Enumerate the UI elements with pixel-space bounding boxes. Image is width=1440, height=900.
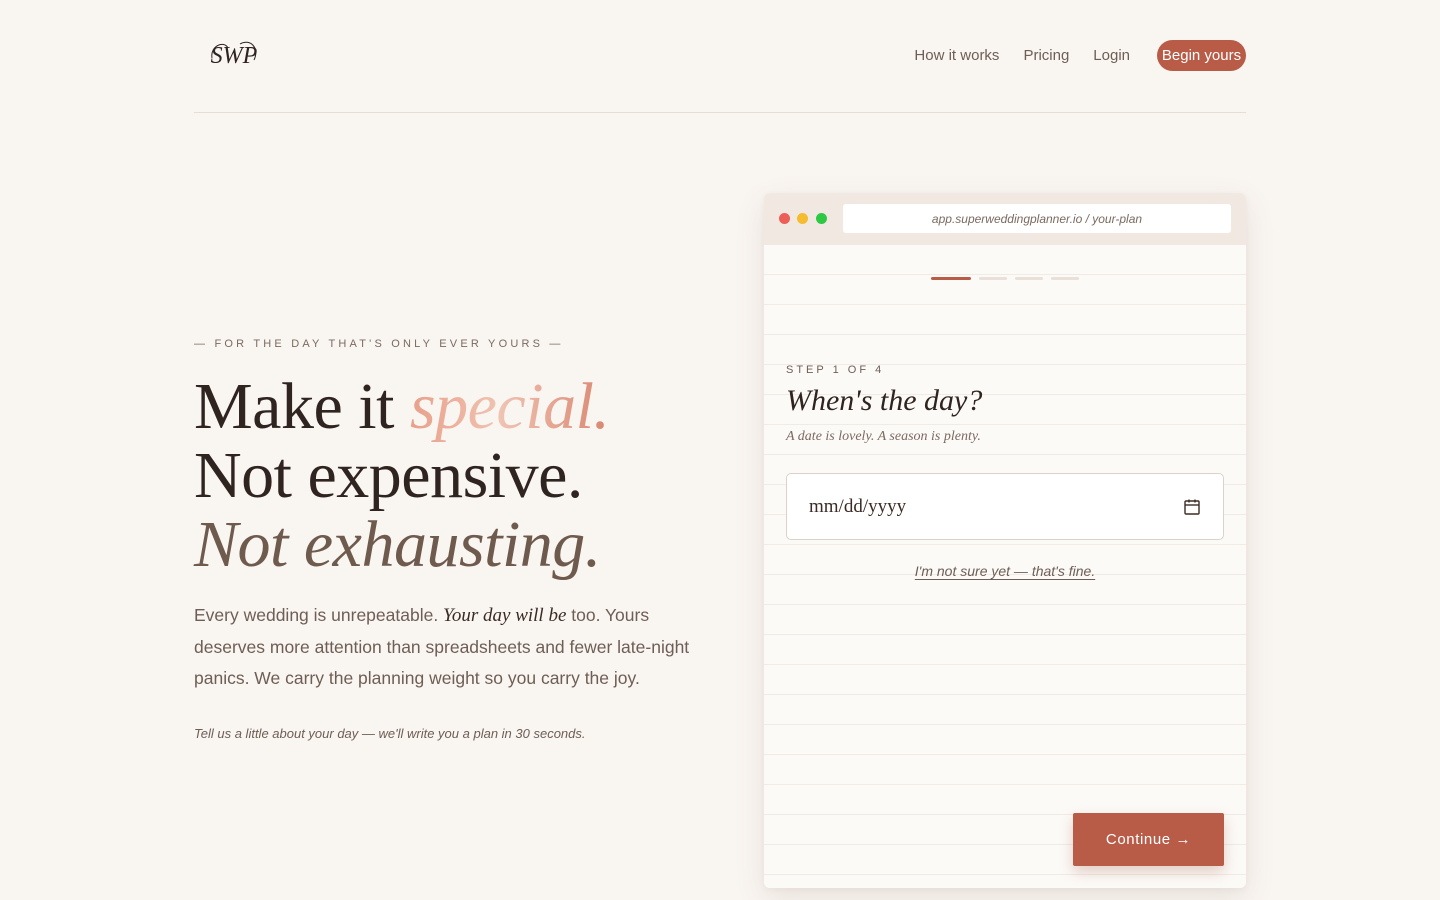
not-sure-link[interactable]: I'm not sure yet — that's fine. (915, 563, 1095, 579)
begin-yours-button[interactable]: Begin yours (1157, 40, 1246, 71)
url-bar: app.superweddingplanner.io / your-plan (843, 204, 1231, 233)
continue-button[interactable]: Continue → (1073, 813, 1224, 866)
nav-pricing[interactable]: Pricing (1023, 40, 1069, 71)
step-title: When's the day? (786, 384, 983, 417)
wedding-date-input[interactable] (809, 495, 1183, 518)
hero-footnote: Tell us a little about your day — we'll … (194, 726, 586, 741)
app-preview-window: app.superweddingplanner.io / your-plan S… (764, 193, 1246, 888)
headline-line-3: Not exhausting. (194, 508, 601, 581)
browser-chrome: app.superweddingplanner.io / your-plan (764, 193, 1246, 245)
wedding-date-field[interactable] (786, 473, 1224, 540)
headline-accent-special: special. (409, 370, 610, 443)
window-minimize-dot-icon (797, 213, 808, 224)
progress-step-4 (1051, 277, 1079, 280)
not-sure-row: I'm not sure yet — that's fine. (764, 563, 1246, 579)
window-maximize-dot-icon (816, 213, 827, 224)
hero-eyebrow: — FOR THE DAY THAT'S ONLY EVER YOURS — (194, 338, 564, 350)
nav-how-it-works[interactable]: How it works (914, 40, 999, 71)
headline-line-1: Make it special. (194, 370, 610, 443)
site-header: SWP How it works Pricing Login Begin you… (194, 0, 1246, 113)
step-subtitle: A date is lovely. A season is plenty. (786, 429, 981, 444)
lede-emphasis: Your day will be (443, 605, 567, 626)
svg-text:SWP: SWP (211, 43, 258, 69)
headline-line-1-prefix: Make it (194, 370, 410, 443)
calendar-icon[interactable] (1183, 498, 1201, 516)
headline-line-2: Not expensive. (194, 439, 583, 512)
hero-headline: Make it special. Not expensive. Not exha… (194, 370, 610, 581)
progress-step-3 (1015, 277, 1043, 280)
planner-form: STEP 1 OF 4 When's the day? A date is lo… (764, 245, 1246, 888)
nav-login[interactable]: Login (1093, 40, 1130, 71)
step-label: STEP 1 OF 4 (786, 364, 885, 376)
main-nav: How it works Pricing Login Begin yours (914, 40, 1246, 71)
monogram-logo-icon: SWP (211, 41, 258, 69)
step-progress (931, 277, 1087, 280)
progress-step-2 (979, 277, 1007, 280)
progress-step-1 (931, 277, 971, 280)
window-close-dot-icon (779, 213, 790, 224)
lede-part-1: Every wedding is unrepeatable. (194, 605, 444, 625)
logo[interactable]: SWP (206, 36, 262, 74)
hero-lede: Every wedding is unrepeatable. Your day … (194, 600, 709, 695)
